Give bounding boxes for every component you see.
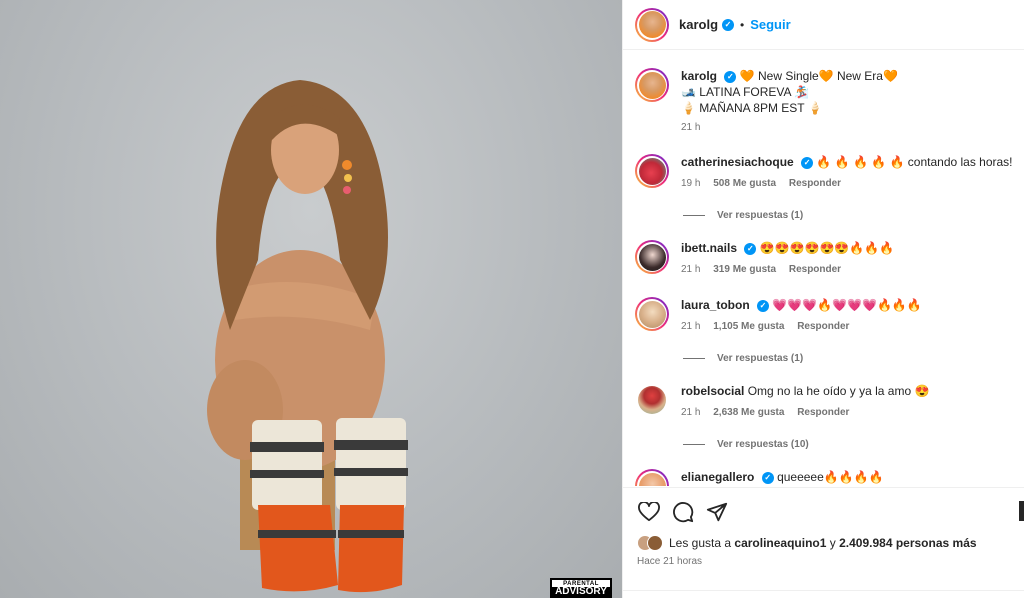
caption-avatar[interactable] (635, 68, 669, 102)
follow-button[interactable]: Seguir (750, 17, 790, 32)
comment-username[interactable]: robelsocial (681, 384, 744, 398)
comment-text: 🔥 🔥 🔥 🔥 🔥 contando las horas! (816, 155, 1013, 169)
post-actions: Les gusta a carolineaquino1 y 2.409.984 … (623, 487, 1024, 598)
save-bookmark-icon[interactable] (1019, 501, 1024, 521)
caption-line-3: 🍦 MAÑANA 8PM EST 🍦 (681, 101, 823, 115)
verified-badge-icon: ✓ (801, 156, 814, 169)
likes-summary[interactable]: Les gusta a carolineaquino1 y 2.409.984 … (637, 535, 977, 551)
replies-line (683, 215, 705, 216)
likes-prefix: Les gusta a (669, 536, 732, 550)
view-replies-button[interactable]: Ver respuestas (1) (683, 210, 803, 221)
separator-dot: • (740, 17, 745, 32)
reply-button[interactable]: Responder (789, 264, 841, 275)
verified-badge-icon: ✓ (744, 242, 757, 255)
comment-username[interactable]: elianegallero (681, 470, 754, 484)
replies-line (683, 358, 705, 359)
verified-badge-icon: ✓ (722, 18, 735, 31)
liker-avatar (647, 535, 663, 551)
comment-time: 21 h (681, 321, 701, 332)
commenter-avatar[interactable] (635, 297, 669, 331)
caption: karolg ✓ 🧡 New Single🧡 New Era🧡 🎿 LATINA… (635, 68, 1015, 133)
post-side-panel: karolg ✓ • Seguir karolg ✓ 🧡 New Single🧡… (622, 0, 1024, 598)
comment-item: ibett.nails ✓ 😍😍😍😍😍😍🔥🔥🔥 21 h 319 Me gust… (635, 240, 1015, 275)
caption-line-1: 🧡 New Single🧡 New Era🧡 (739, 69, 898, 83)
comment-text: Omg no la he oído y ya la amo 😍 (747, 384, 930, 398)
view-replies-label: Ver respuestas (1) (717, 210, 804, 221)
likes-count[interactable]: 2.409.984 personas más (839, 536, 976, 550)
comment-item: laura_tobon ✓ 💗💗💗🔥💗💗💗🔥🔥🔥 21 h 1,105 Me g… (635, 297, 1015, 332)
post-header: karolg ✓ • Seguir (623, 0, 1024, 50)
advisory-bottom-text: ADVISORY (552, 587, 610, 597)
comment-likes[interactable]: 1,105 Me gusta (713, 321, 784, 332)
comment-time: 21 h (681, 407, 701, 418)
caption-username[interactable]: karolg (681, 69, 717, 83)
comment-item: robelsocial Omg no la he oído y ya la am… (635, 383, 1015, 418)
comment-text: 😍😍😍😍😍😍🔥🔥🔥 (759, 241, 895, 255)
view-replies-button[interactable]: Ver respuestas (10) (683, 439, 809, 450)
comment-likes[interactable]: 2,638 Me gusta (713, 407, 784, 418)
comment-item: elianegallero ✓ queeeee🔥🔥🔥🔥 (635, 469, 1015, 486)
reply-button[interactable]: Responder (789, 178, 841, 189)
comment-item: catherinesiachoque ✓ 🔥 🔥 🔥 🔥 🔥 contando … (635, 154, 1015, 189)
reply-button[interactable]: Responder (797, 321, 849, 332)
comment-text: 💗💗💗🔥💗💗💗🔥🔥🔥 (772, 298, 922, 312)
reply-button[interactable]: Responder (797, 407, 849, 418)
post-time: Hace 21 horas (637, 556, 703, 567)
verified-badge-icon: ✓ (761, 471, 774, 484)
comment-time: 19 h (681, 178, 701, 189)
view-replies-label: Ver respuestas (1) (717, 353, 804, 364)
comment-username[interactable]: laura_tobon (681, 298, 750, 312)
commenter-avatar[interactable] (635, 240, 669, 274)
author-avatar[interactable] (635, 7, 669, 42)
comment-likes[interactable]: 319 Me gusta (713, 264, 776, 275)
comments-list[interactable]: karolg ✓ 🧡 New Single🧡 New Era🧡 🎿 LATINA… (623, 51, 1024, 486)
view-replies-button[interactable]: Ver respuestas (1) (683, 353, 803, 364)
ski-boot-right (334, 418, 408, 593)
like-heart-icon[interactable] (637, 500, 661, 524)
comment-time: 21 h (681, 264, 701, 275)
comment-text: queeeee🔥🔥🔥🔥 (777, 470, 884, 484)
commenter-avatar[interactable] (635, 154, 669, 188)
comment-bubble-icon[interactable] (671, 500, 695, 524)
share-paper-plane-icon[interactable] (705, 500, 729, 524)
replies-line (683, 444, 705, 445)
liker-username[interactable]: carolineaquino1 (734, 536, 826, 550)
photo-illustration (207, 80, 408, 593)
view-replies-label: Ver respuestas (10) (717, 439, 809, 450)
comment-username[interactable]: catherinesiachoque (681, 155, 794, 169)
post-image[interactable]: PARENTAL ADVISORY (0, 0, 622, 598)
verified-badge-icon: ✓ (757, 299, 770, 312)
caption-time: 21 h (681, 122, 701, 133)
likes-mid: y (829, 536, 836, 550)
author-username[interactable]: karolg (679, 17, 718, 32)
parental-advisory-label: PARENTAL ADVISORY (550, 578, 612, 598)
commenter-avatar[interactable] (635, 383, 669, 417)
comment-likes[interactable]: 508 Me gusta (713, 178, 776, 189)
caption-line-2: 🎿 LATINA FOREVA 🏂 (681, 85, 810, 99)
verified-badge-icon: ✓ (724, 70, 737, 83)
comment-username[interactable]: ibett.nails (681, 241, 737, 255)
commenter-avatar[interactable] (635, 469, 669, 486)
add-comment-bar[interactable] (623, 590, 1024, 598)
